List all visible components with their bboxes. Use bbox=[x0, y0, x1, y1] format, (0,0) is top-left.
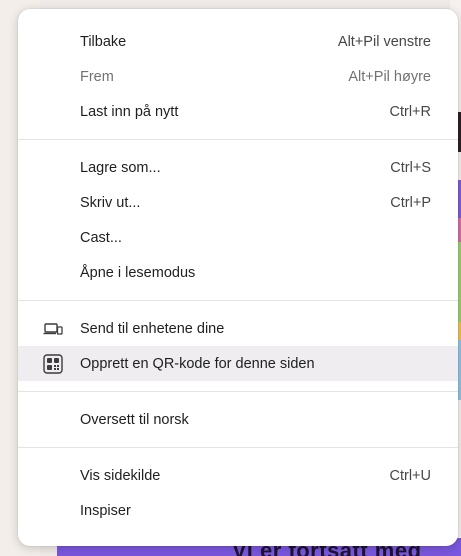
context-menu: Tilbake Alt+Pil venstre Frem Alt+Pil høy… bbox=[18, 9, 458, 546]
menu-item-label: Åpne i lesemodus bbox=[80, 264, 196, 281]
menu-item-label: Last inn på nytt bbox=[80, 103, 179, 120]
menu-item-label: Oversett til norsk bbox=[80, 411, 189, 428]
qr-code-icon bbox=[42, 354, 64, 374]
menu-item-label: Cast... bbox=[80, 229, 122, 246]
menu-item-cast[interactable]: Cast... bbox=[18, 220, 458, 255]
menu-item-shortcut: Ctrl+U bbox=[389, 467, 432, 484]
menu-item-translate[interactable]: Oversett til norsk bbox=[18, 402, 458, 437]
menu-item-shortcut: Alt+Pil venstre bbox=[337, 33, 431, 50]
menu-item-reload[interactable]: Last inn på nytt Ctrl+R bbox=[18, 94, 458, 129]
menu-separator bbox=[18, 300, 458, 301]
menu-item-label: Frem bbox=[80, 68, 114, 85]
menu-item-label: Skriv ut... bbox=[80, 194, 141, 211]
menu-item-back[interactable]: Tilbake Alt+Pil venstre bbox=[18, 24, 458, 59]
menu-item-create-qr-code[interactable]: Opprett en QR-kode for denne siden bbox=[18, 346, 458, 381]
menu-item-view-source[interactable]: Vis sidekilde Ctrl+U bbox=[18, 458, 458, 493]
menu-item-shortcut: Ctrl+P bbox=[390, 194, 431, 211]
menu-item-shortcut: Ctrl+R bbox=[389, 103, 432, 120]
menu-item-save-as[interactable]: Lagre som... Ctrl+S bbox=[18, 150, 458, 185]
menu-item-label: Send til enhetene dine bbox=[80, 320, 225, 337]
menu-item-print[interactable]: Skriv ut... Ctrl+P bbox=[18, 185, 458, 220]
menu-item-label: Opprett en QR-kode for denne siden bbox=[80, 355, 315, 372]
menu-item-shortcut: Alt+Pil høyre bbox=[348, 68, 431, 85]
menu-item-inspect[interactable]: Inspiser bbox=[18, 493, 458, 528]
menu-separator bbox=[18, 447, 458, 448]
menu-item-label: Vis sidekilde bbox=[80, 467, 161, 484]
menu-item-label: Inspiser bbox=[80, 502, 131, 519]
menu-item-reader-mode[interactable]: Åpne i lesemodus bbox=[18, 255, 458, 290]
menu-separator bbox=[18, 139, 458, 140]
menu-item-label: Tilbake bbox=[80, 33, 127, 50]
devices-icon bbox=[42, 319, 64, 339]
menu-item-shortcut: Ctrl+S bbox=[390, 159, 431, 176]
menu-item-label: Lagre som... bbox=[80, 159, 161, 176]
menu-item-forward[interactable]: Frem Alt+Pil høyre bbox=[18, 59, 458, 94]
menu-item-send-to-devices[interactable]: Send til enhetene dine bbox=[18, 311, 458, 346]
menu-separator bbox=[18, 391, 458, 392]
